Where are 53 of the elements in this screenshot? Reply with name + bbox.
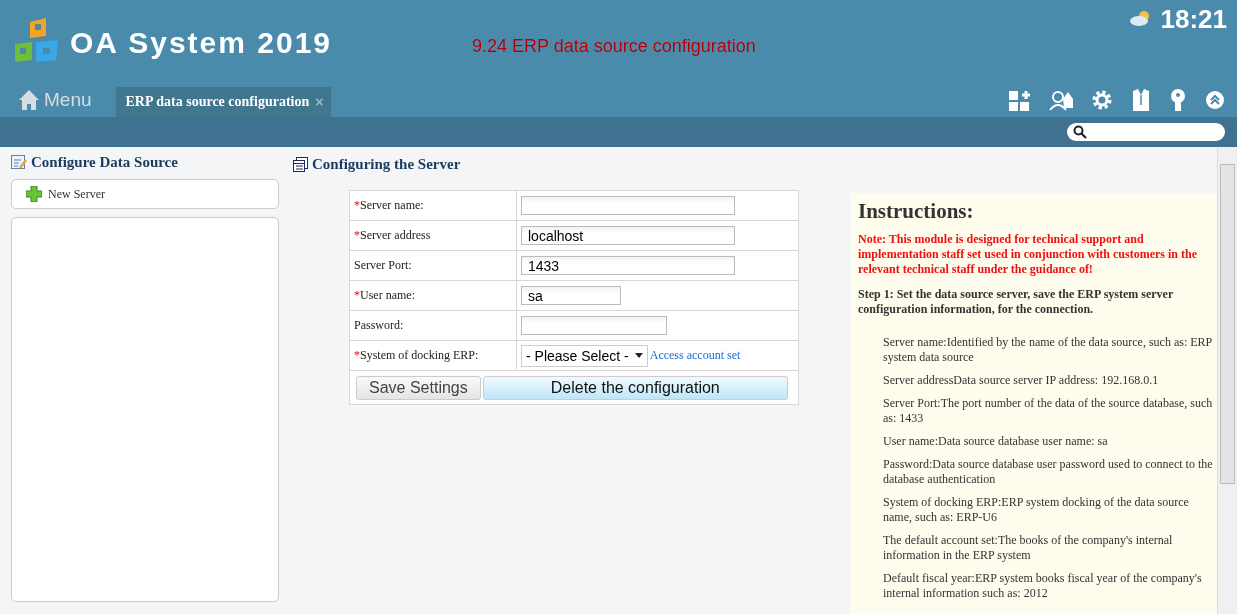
form-title: Configuring the Server [312,155,461,173]
tab[interactable]: ERP data source configuration × [115,87,332,117]
scrollbar[interactable] [1217,147,1237,614]
settings-icon[interactable] [1091,89,1113,111]
field-label: Server address [360,228,431,242]
step-text: Step 1: Set the data source server, save the ERP system server configuration information, for the connection. [858,287,1175,317]
key-icon[interactable] [1169,89,1187,111]
field-label: User name: [360,288,415,302]
clock-time: 18:21 [1160,4,1227,35]
note-text: Note: This module is designed for technical support and implementation staff set used in conjunction with customers in the relevant technical staff under the guidance of! [858,232,1198,277]
instruction-item: The default account set:The books of the company's internal information in the ERP system [883,533,1174,563]
weather-icon [1128,10,1151,26]
table-icon [293,156,308,172]
erp-select[interactable]: - Please Select - [521,344,648,367]
account-set-link[interactable]: Access account set [649,348,741,362]
instruction-item: Default fiscal year:ERP system books fiscal year of the company's internal information such as: 2012 [883,571,1203,601]
input-field[interactable]: localhost [521,226,735,245]
tab-label: ERP data source configuration [125,94,310,110]
required-mark: * [354,228,360,242]
instruction-item: Server Port:The port number of the data of the source database, such as: 1433 [883,396,1214,426]
add-widget-icon[interactable] [1009,89,1031,111]
new-server-button[interactable]: New Server [11,179,279,209]
collapse-icon[interactable] [1205,90,1225,110]
instructions-title: Instructions: [858,199,975,224]
instruction-item: System of docking ERP:ERP system docking of the data source name, such as: ERP-U6 [883,495,1190,525]
caret-icon [634,353,643,358]
input-field[interactable] [521,196,735,215]
required-mark: * [354,288,360,302]
instruction-item: User name:Data source database user name: sa [883,434,1109,449]
field-label: Server Port: [354,258,412,272]
home-icon [18,88,40,111]
plus-icon [26,186,42,202]
field-label: Password: [354,318,404,332]
search-field[interactable] [1067,123,1225,141]
instruction-item: Server name:Identified by the name of the data source, such as: ERP system data source [883,335,1213,365]
delete-button[interactable]: Delete the configuration [482,375,788,400]
input-field[interactable] [521,316,667,335]
sidebar-title: Configure Data Source [31,153,178,171]
shirt-icon[interactable] [1131,89,1151,111]
field-label: System of docking ERP: [360,348,479,362]
edit-list-icon [11,154,27,170]
input-field[interactable]: 1433 [521,256,735,275]
field-label: Server name: [360,198,424,212]
notice-text: 9.24 ERP data source configuration [472,36,756,58]
users-icon[interactable] [1049,89,1073,111]
instruction-item: Server addressData source server IP address: 192.168.0.1 [883,373,1160,388]
required-mark: * [354,348,360,362]
required-mark: * [354,198,360,212]
save-button[interactable]: Save Settings [356,375,481,400]
input-field[interactable]: sa [521,286,621,305]
search-icon [1073,125,1087,139]
app-title: OA System 2019 [70,26,333,60]
instruction-item: Password:Data source database user password used to connect to the database authentication [883,457,1214,487]
